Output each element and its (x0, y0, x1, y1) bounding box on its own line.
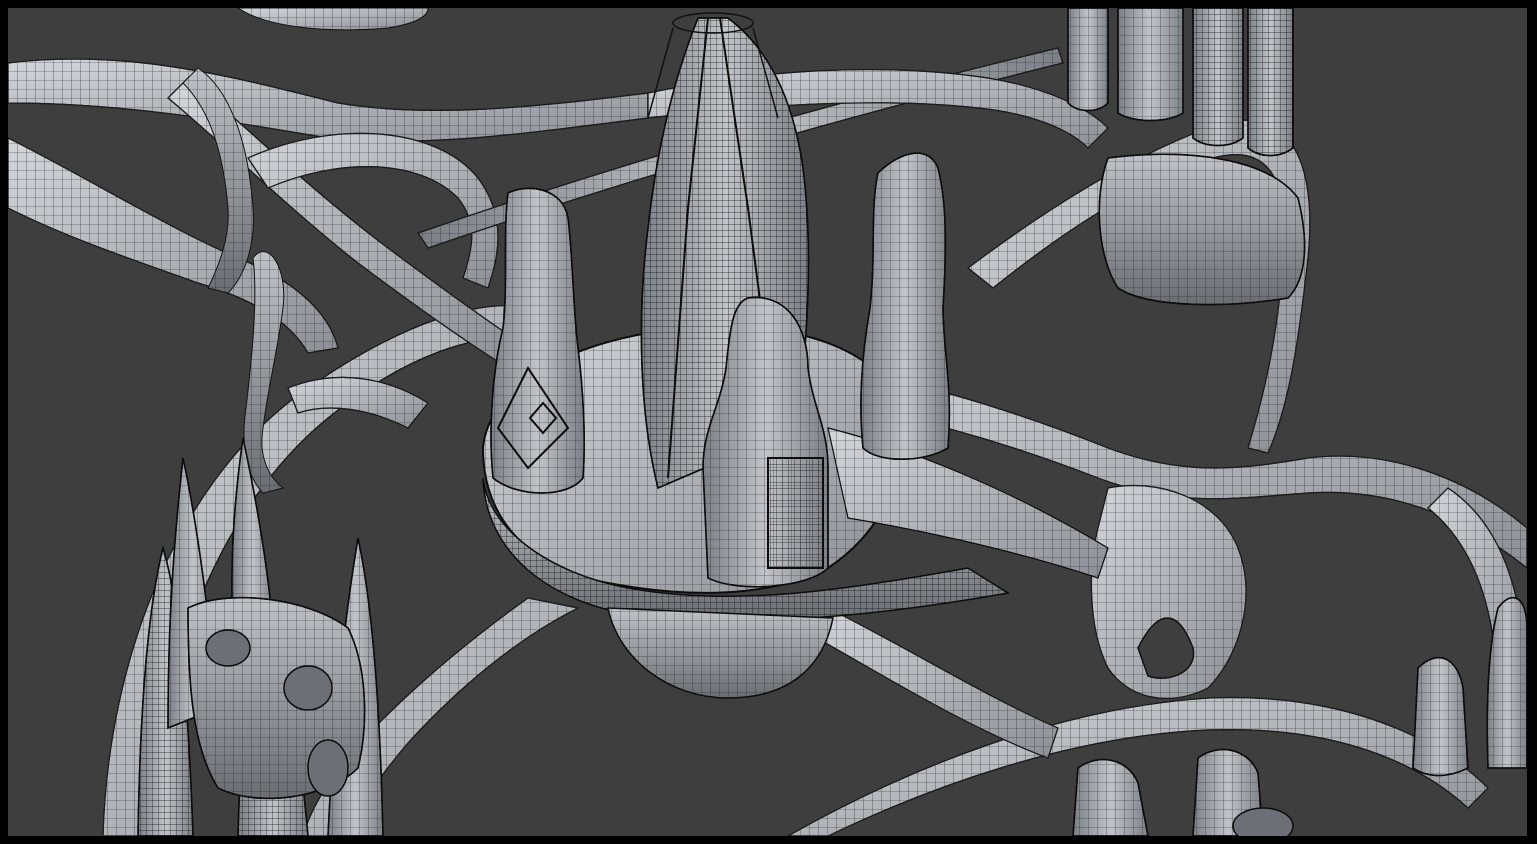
wireframe-render (8, 8, 1527, 836)
tower-left (490, 187, 585, 494)
viewport-frame (0, 0, 1537, 844)
tower-right (860, 152, 951, 460)
3d-viewport[interactable] (8, 8, 1527, 836)
